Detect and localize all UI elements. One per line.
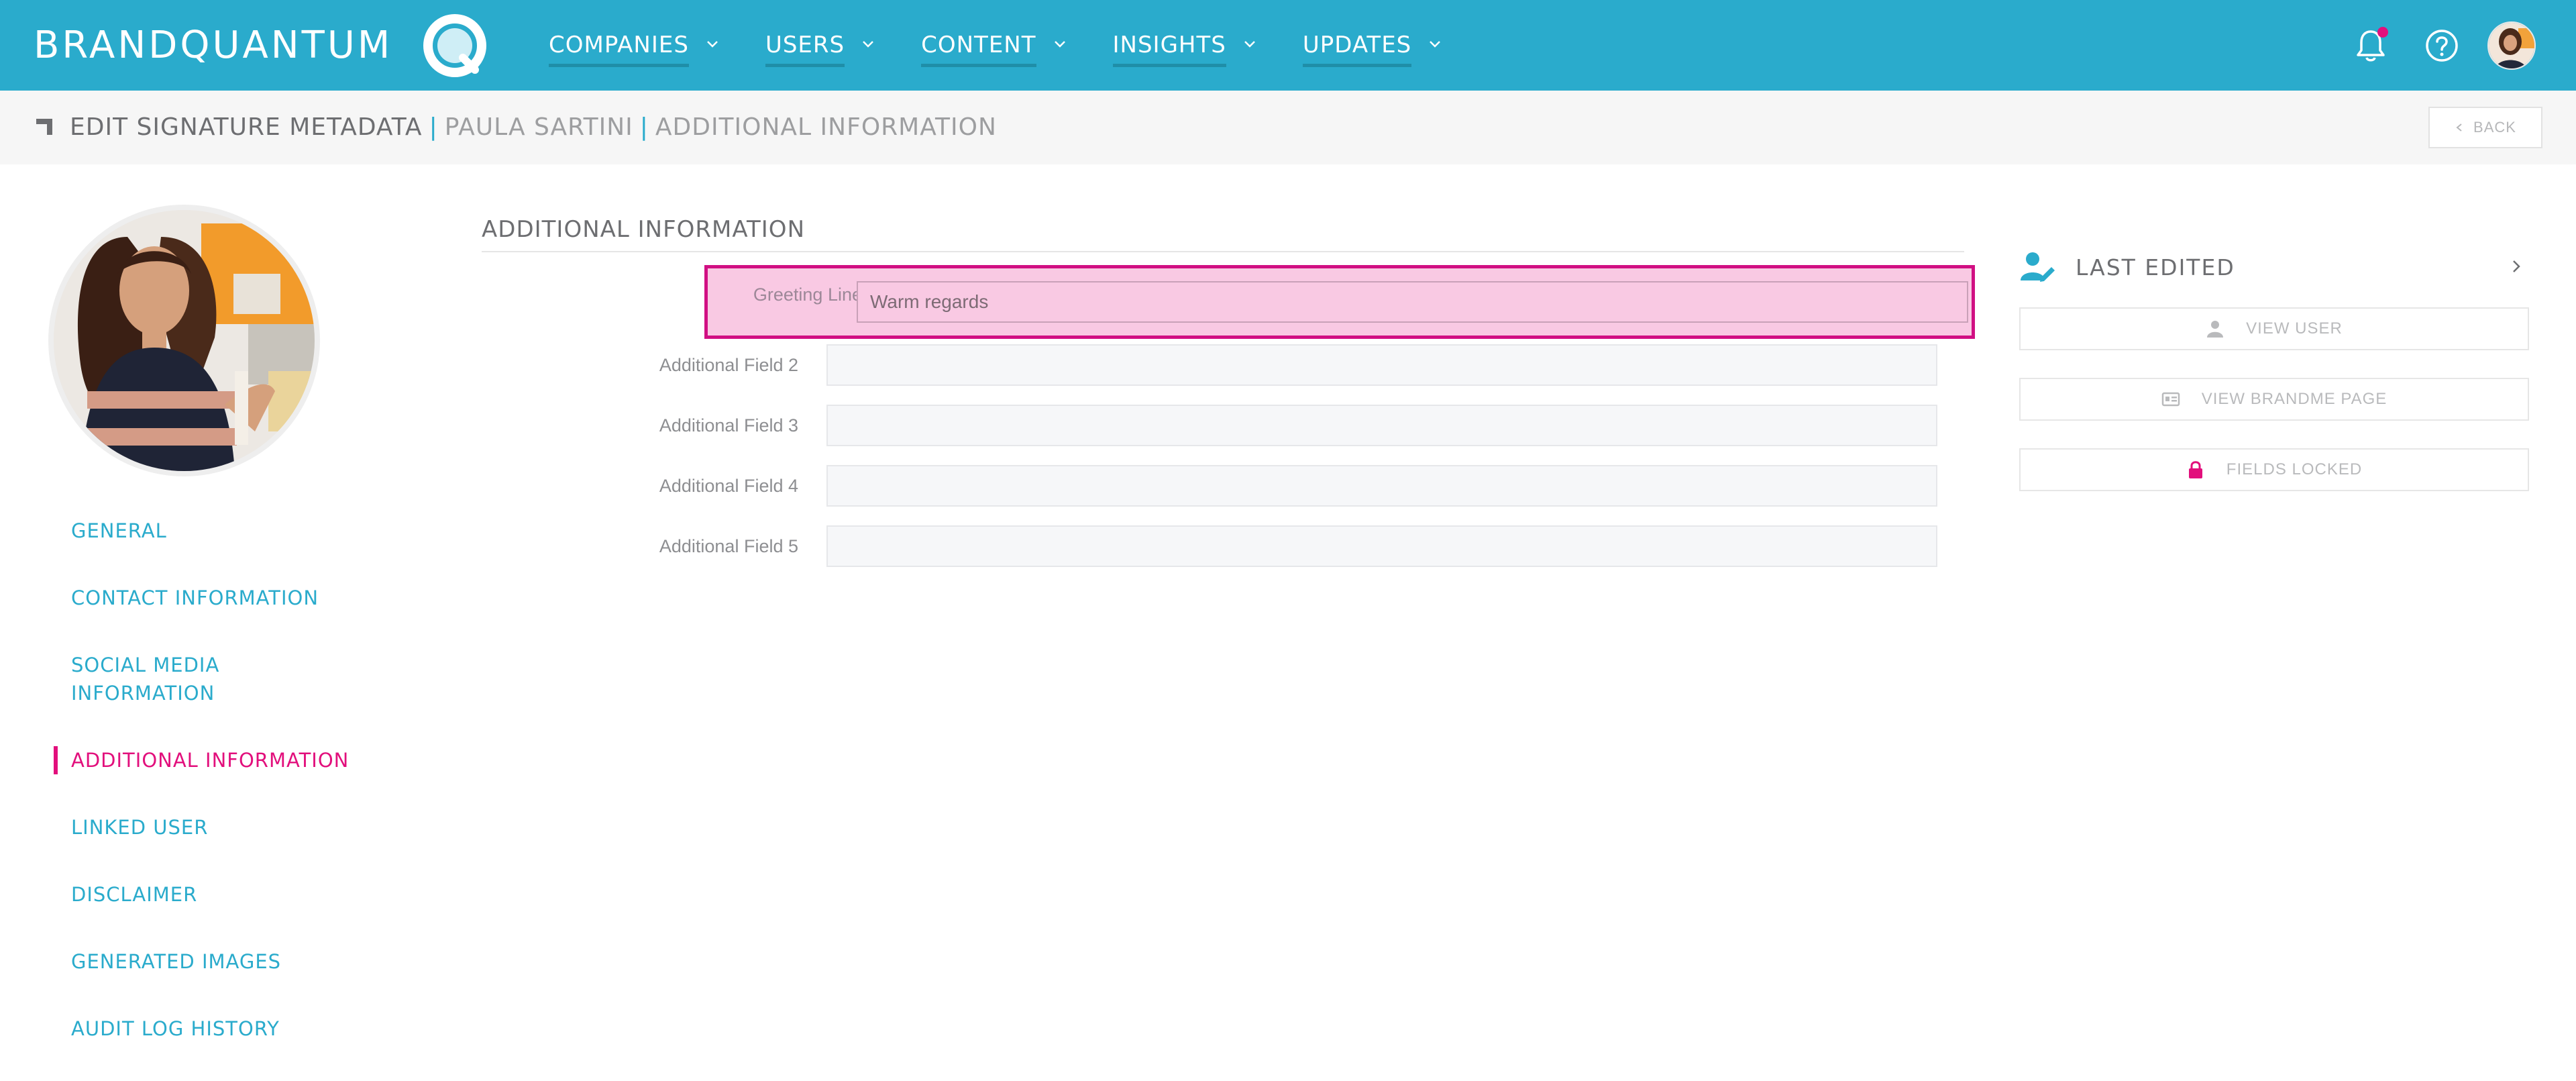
sidebar-item-label: INFORMATION [71, 682, 215, 705]
back-button[interactable]: BACK [2428, 107, 2542, 148]
greeting-line-label: Greeting Line [753, 285, 862, 305]
brand-name[interactable]: BRANDQUANTUM [34, 21, 392, 70]
nav-label: CONTENT [921, 30, 1036, 67]
chevron-down-icon [863, 40, 873, 48]
notifications-button[interactable] [2349, 24, 2392, 67]
view-brandme-page-button[interactable]: VIEW BRANDME PAGE [2019, 378, 2529, 421]
top-nav: BRANDQUANTUM COMPANIES USERS CONTENT INS… [0, 0, 2576, 91]
breadcrumb: EDIT SIGNATURE METADATA | PAULA SARTINI | AD… [70, 111, 997, 144]
chevron-down-icon [1430, 40, 1441, 48]
chevron-left-icon [2456, 123, 2462, 132]
nav-label: USERS [765, 30, 845, 67]
last-edited-label: LAST EDITED [2076, 254, 2235, 280]
additional-field-2-input[interactable] [826, 344, 1937, 386]
additional-field-4-label: Additional Field 4 [659, 475, 798, 496]
brand-logo-icon[interactable] [423, 13, 487, 78]
additional-field-5-input[interactable] [826, 525, 1937, 567]
fields-locked-label: FIELDS LOCKED [2226, 460, 2363, 478]
breadcrumb-user-name: PAULA SARTINI [444, 113, 633, 141]
nav-label: INSIGHTS [1112, 30, 1226, 67]
view-user-label: VIEW USER [2246, 319, 2343, 338]
lock-icon [2188, 461, 2202, 478]
chevron-down-icon [1054, 40, 1065, 48]
additional-field-3-label: Additional Field 3 [659, 415, 798, 435]
corner-bracket-icon [36, 119, 52, 135]
nav-insights[interactable]: INSIGHTS [1112, 0, 1257, 91]
fields-locked-button[interactable]: FIELDS LOCKED [2019, 448, 2529, 491]
additional-field-3-row: Additional Field 3 [644, 405, 1964, 446]
page-title: EDIT SIGNATURE METADATA [70, 113, 423, 141]
page-header: EDIT SIGNATURE METADATA | PAULA SARTINI | AD… [0, 91, 2576, 164]
section-title: ADDITIONAL INFORMATION [482, 216, 1964, 252]
chevron-right-icon [2513, 260, 2520, 272]
user-avatar[interactable] [2487, 21, 2536, 70]
greeting-line-row: Greeting Line [704, 265, 1975, 339]
notification-dot [2377, 26, 2388, 38]
sidebar-item-linked-user[interactable]: LINKED USER [54, 813, 208, 841]
nav-users[interactable]: USERS [765, 0, 875, 91]
additional-field-5-label: Additional Field 5 [659, 535, 798, 556]
nav-content[interactable]: CONTENT [921, 0, 1067, 91]
main-menu: COMPANIES USERS CONTENT INSIGHTS UPDATES [549, 0, 1488, 91]
nav-updates[interactable]: UPDATES [1302, 0, 1442, 91]
last-edited-toggle[interactable]: LAST EDITED [2021, 248, 2530, 286]
nav-companies[interactable]: COMPANIES [549, 0, 720, 91]
additional-field-2-row: Additional Field 2 [644, 344, 1964, 386]
sidebar-item-label: SOCIAL MEDIA [71, 654, 220, 676]
sidebar-item-disclaimer[interactable]: DISCLAIMER [54, 880, 197, 909]
chevron-down-icon [1244, 40, 1255, 48]
view-brandme-page-label: VIEW BRANDME PAGE [2201, 390, 2387, 408]
sidebar-item-general[interactable]: GENERAL [54, 517, 167, 545]
view-user-button[interactable]: VIEW USER [2019, 307, 2529, 350]
sidebar-item-contact-information[interactable]: CONTACT INFORMATION [54, 584, 319, 612]
nav-label: UPDATES [1302, 30, 1412, 67]
breadcrumb-separator: | [429, 113, 438, 141]
back-label: BACK [2473, 119, 2516, 136]
help-button[interactable] [2420, 24, 2463, 67]
additional-field-5-row: Additional Field 5 [644, 525, 1964, 567]
person-icon [2207, 321, 2224, 338]
additional-field-3-input[interactable] [826, 405, 1937, 446]
avatar-image [2489, 22, 2534, 68]
nav-right [2321, 0, 2536, 91]
nav-label: COMPANIES [549, 30, 689, 67]
sidebar-item-audit-log-history[interactable]: AUDIT LOG HISTORY [54, 1015, 280, 1043]
additional-field-4-row: Additional Field 4 [644, 465, 1964, 507]
sidebar-item-additional-information[interactable]: ADDITIONAL INFORMATION [54, 746, 349, 774]
sidebar-item-social-media-information[interactable]: SOCIAL MEDIA INFORMATION [54, 651, 335, 707]
id-card-icon [2161, 392, 2180, 407]
sidebar-item-generated-images[interactable]: GENERATED IMAGES [54, 947, 281, 976]
breadcrumb-section: ADDITIONAL INFORMATION [655, 113, 997, 141]
additional-field-2-label: Additional Field 2 [659, 354, 798, 375]
chevron-down-icon [707, 40, 718, 48]
profile-image [54, 210, 315, 471]
greeting-line-input[interactable] [857, 281, 1968, 323]
additional-field-4-input[interactable] [826, 465, 1937, 507]
breadcrumb-separator: | [639, 113, 649, 141]
help-icon [2426, 29, 2458, 62]
profile-photo [48, 205, 320, 476]
user-edit-icon [2021, 252, 2055, 282]
